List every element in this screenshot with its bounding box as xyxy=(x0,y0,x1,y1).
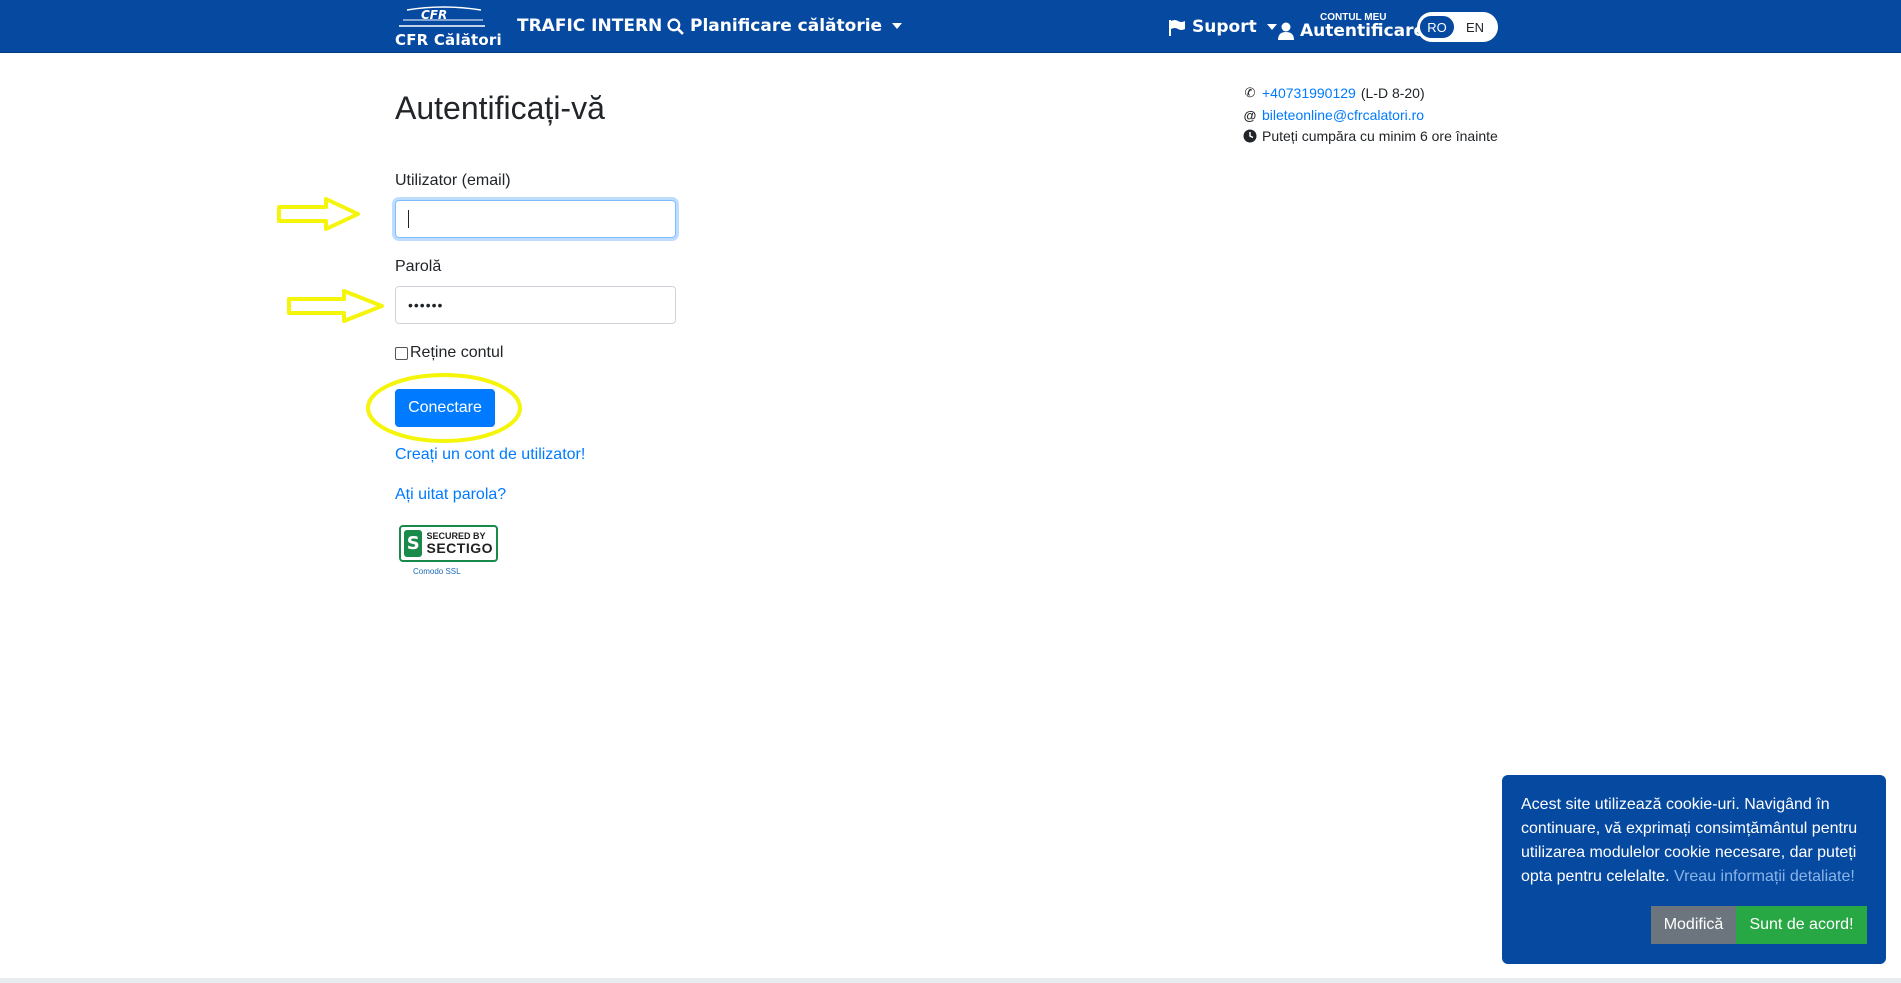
seal-text: SECURED BY SECTIGO xyxy=(426,532,493,556)
email-link[interactable]: bileteonline@cfrcalatori.ro xyxy=(1262,107,1424,123)
account-big-label: Autentificare xyxy=(1300,20,1426,41)
nav-planificare-dropdown[interactable]: Planificare călătorie xyxy=(667,16,903,36)
seal-line2: SECTIGO xyxy=(426,540,493,556)
cfr-logo-icon: CFR xyxy=(399,6,485,27)
remember-label: Reține contul xyxy=(410,344,504,361)
annotation-arrow-icon xyxy=(277,197,360,231)
remember-account[interactable]: Reține contul xyxy=(395,344,503,362)
seal-sub: Comodo SSL xyxy=(413,567,461,576)
at-icon: @ xyxy=(1243,107,1257,123)
cookie-details-link[interactable]: Vreau informații detaliate! xyxy=(1674,868,1855,885)
sectigo-seal[interactable]: S SECURED BY SECTIGO Comodo SSL xyxy=(399,525,499,577)
cookie-banner: Acest site utilizează cookie-uri. Navigâ… xyxy=(1502,775,1886,964)
nav-trafic-label: TRAFIC INTERN xyxy=(517,16,663,36)
password-field[interactable]: •••••• xyxy=(395,286,676,324)
page-bottom-border xyxy=(0,978,1901,983)
lang-ro-option[interactable]: RO xyxy=(1419,15,1455,39)
clock-icon xyxy=(1243,129,1257,143)
top-navbar: CFR CFR Călători TRAFIC INTERN Planifica… xyxy=(0,0,1901,53)
contact-notice: Puteți cumpăra cu minim 6 ore înainte xyxy=(1243,128,1498,144)
brand-logo[interactable]: CFR CFR Călători xyxy=(395,6,502,49)
contact-email: @ bileteonline@cfrcalatori.ro xyxy=(1243,107,1424,123)
account-label-stack: CONTUL MEU Autentificare xyxy=(1300,12,1426,41)
nav-trafic-intern[interactable]: TRAFIC INTERN xyxy=(517,16,662,36)
annotation-arrow-icon xyxy=(287,289,384,323)
chevron-down-icon xyxy=(892,23,903,29)
nav-suport-label: Suport xyxy=(1192,17,1257,37)
user-icon xyxy=(1278,22,1294,40)
flag-icon xyxy=(1169,19,1185,36)
cookie-text-block: Acest site utilizează cookie-uri. Navigâ… xyxy=(1521,793,1867,889)
text-cursor xyxy=(408,210,409,228)
phone-link[interactable]: +40731990129 xyxy=(1262,85,1356,101)
password-label: Parolă xyxy=(395,258,442,275)
nav-suport-dropdown[interactable]: Suport xyxy=(1168,17,1277,37)
contact-phone: ✆ +40731990129 (L-D 8-20) xyxy=(1243,85,1425,101)
password-field-value: •••••• xyxy=(408,297,444,313)
login-button[interactable]: Conectare xyxy=(395,389,495,427)
search-icon xyxy=(667,17,684,35)
forgot-password-link[interactable]: Ați uitat parola? xyxy=(395,486,506,504)
nav-planificare-label: Planificare călătorie xyxy=(690,16,883,36)
language-toggle[interactable]: RO EN xyxy=(1417,12,1498,42)
user-label: Utilizator (email) xyxy=(395,172,511,189)
remember-checkbox[interactable] xyxy=(395,346,408,360)
notice-text: Puteți cumpăra cu minim 6 ore înainte xyxy=(1262,128,1498,144)
create-account-link[interactable]: Creați un cont de utilizator! xyxy=(395,446,585,464)
seal-box: S SECURED BY SECTIGO xyxy=(399,525,498,562)
svg-text:CFR: CFR xyxy=(421,8,447,22)
nav-account-login[interactable]: CONTUL MEU Autentificare xyxy=(1278,10,1425,42)
lang-en-option[interactable]: EN xyxy=(1455,15,1495,39)
cookie-modify-button[interactable]: Modifică xyxy=(1651,906,1736,944)
email-field[interactable] xyxy=(395,200,676,238)
cookie-agree-button[interactable]: Sunt de acord! xyxy=(1736,906,1867,944)
page-title: Autentificați-vă xyxy=(395,90,605,126)
chevron-down-icon xyxy=(1266,24,1277,30)
phone-icon: ✆ xyxy=(1244,85,1256,100)
brand-name: CFR Călători xyxy=(395,31,502,49)
phone-hours: (L-D 8-20) xyxy=(1360,85,1425,101)
sectigo-shield-icon: S xyxy=(404,530,423,557)
